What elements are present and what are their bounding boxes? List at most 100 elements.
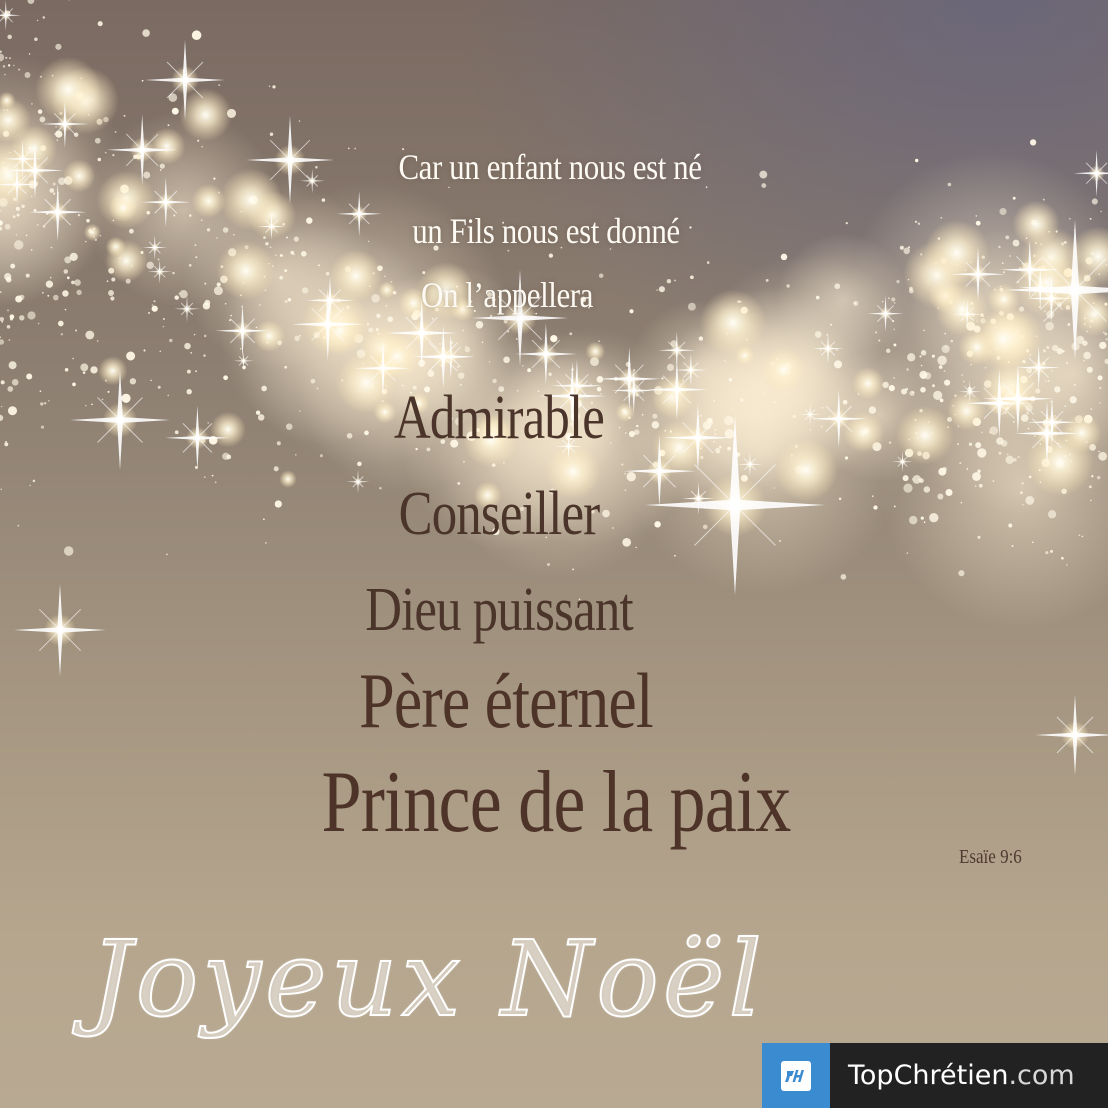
sparkle-dot: [279, 253, 283, 257]
sparkle-dot: [1081, 535, 1084, 538]
sparkle-dot: [195, 370, 198, 373]
sparkle-dot: [39, 116, 46, 123]
sparkle-dot: [85, 330, 95, 340]
sparkle-dot: [961, 374, 964, 376]
sparkle-dot: [439, 343, 441, 345]
sparkle-dot: [1025, 495, 1035, 505]
sparkle-dot: [462, 329, 465, 332]
sparkle-dot: [33, 208, 37, 212]
sparkle-dot: [977, 442, 980, 445]
sparkle-dot: [977, 469, 981, 473]
sparkle-dot: [1097, 375, 1103, 381]
sparkle-dot: [943, 370, 946, 372]
sparkle-dot: [0, 405, 3, 408]
sparkle-dot: [26, 373, 33, 380]
sparkle-dot: [284, 269, 288, 273]
sparkle-dot: [37, 322, 40, 325]
sparkle-dot: [142, 29, 150, 37]
sparkle-dot: [273, 466, 279, 472]
sparkle-dot: [931, 354, 935, 358]
sparkle-dot: [475, 321, 484, 329]
sparkle-dot: [548, 253, 554, 258]
sparkle-dot: [1096, 475, 1101, 480]
sparkle-dot: [1090, 499, 1092, 502]
sparkle-dot: [18, 68, 21, 71]
title-prince-de-la-paix: Prince de la paix: [321, 754, 792, 851]
sparkle-dot: [1098, 451, 1108, 461]
sparkle-dot: [666, 363, 675, 371]
sparkle-dot: [159, 350, 162, 353]
sparkle-dot: [1098, 450, 1101, 453]
sparkle-dot: [97, 21, 103, 27]
sparkle-orb: [585, 341, 606, 362]
sparkle-dot: [36, 19, 39, 22]
sparkle-dot: [944, 332, 947, 335]
sparkle-dot: [64, 256, 72, 264]
sparkle-dot: [272, 85, 276, 89]
sparkle-dot: [13, 64, 15, 67]
sparkle-dot: [80, 363, 89, 372]
sparkle-dot: [819, 349, 822, 352]
sparkle-dot: [28, 53, 31, 55]
sparkle-dot: [52, 182, 56, 186]
sparkle-dot: [0, 50, 2, 53]
sparkle-orb: [35, 56, 101, 123]
sparkle-dot: [957, 443, 959, 445]
sparkle-dot: [1078, 534, 1081, 537]
sparkle-dot: [4, 442, 9, 447]
brand-name-text: TopChrétien: [848, 1060, 1009, 1091]
sparkle-dot: [1100, 210, 1102, 213]
sparkle-dot: [157, 258, 160, 261]
sparkle-dot: [30, 249, 33, 251]
brand-logo-block: [762, 1043, 830, 1108]
sparkle-dot: [4, 73, 6, 76]
sparkle-dot: [1008, 523, 1013, 528]
sparkle-dot: [223, 375, 228, 381]
sparkle-dot: [1042, 349, 1046, 353]
sparkle-dot: [550, 334, 558, 343]
sparkle-dot: [126, 351, 136, 361]
sparkle-dot: [29, 484, 32, 487]
sparkle-dot: [981, 431, 983, 434]
sparkle-dot: [169, 338, 173, 343]
sparkle-dot: [893, 377, 895, 379]
sparkle-dot: [0, 317, 4, 322]
sparkle-dot: [25, 273, 30, 278]
sparkle-dot: [5, 56, 8, 59]
sparkle-dot: [191, 30, 202, 40]
sparkle-dot: [968, 442, 973, 446]
sparkle-dot: [4, 223, 11, 230]
sparkle-dot: [624, 472, 626, 475]
sparkle-dot: [1099, 386, 1102, 390]
sparkle-dot: [1046, 346, 1050, 349]
title-admirable: Admirable: [393, 384, 605, 452]
sparkle-orb: [98, 356, 128, 386]
sparkle-dot: [1029, 139, 1037, 146]
sparkle-dot: [1033, 435, 1036, 438]
sparkle-dot: [1022, 503, 1024, 506]
sparkle-dot: [958, 570, 965, 577]
brand-badge[interactable]: TopChrétien .com: [762, 1043, 1108, 1108]
sparkle-dot: [298, 120, 301, 122]
topchretien-logo-icon: [781, 1060, 811, 1091]
sparkle-dot: [984, 366, 987, 369]
sparkle-dot: [1021, 482, 1024, 485]
sparkle-dot: [464, 346, 471, 353]
sparkle-dot: [1042, 198, 1045, 201]
sparkle-dot: [295, 454, 297, 456]
sparkle-dot: [427, 370, 435, 377]
verse-reference: Esaïe 9:6: [959, 846, 1022, 868]
sparkle-dot: [8, 361, 17, 370]
sparkle-dot: [0, 336, 2, 339]
sparkle-dot: [1086, 366, 1093, 373]
sparkle-orb: [179, 88, 233, 142]
sparkle-dot: [7, 64, 11, 67]
sparkle-dot: [503, 356, 510, 364]
sparkle-dot: [357, 461, 362, 467]
sparkle-dot: [284, 365, 288, 369]
sparkle-dot: [7, 406, 18, 416]
sparkle-dot: [432, 317, 434, 320]
sparkle-dot: [55, 130, 63, 138]
sparkle-dot: [184, 342, 191, 350]
sparkle-dot: [1061, 556, 1064, 560]
